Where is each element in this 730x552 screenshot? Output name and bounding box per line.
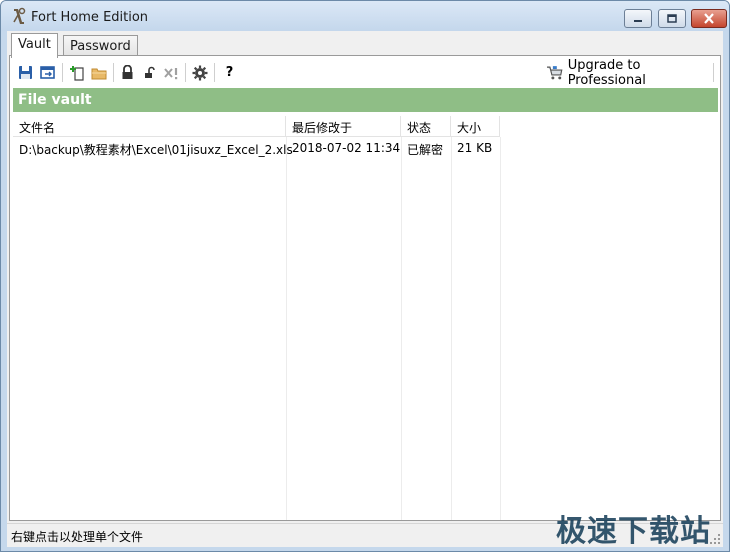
help-button[interactable]: ? (221, 64, 238, 81)
add-folder-button[interactable] (90, 64, 107, 81)
upgrade-button[interactable]: Upgrade to Professional (546, 58, 720, 88)
resize-grip-icon[interactable] (710, 534, 721, 545)
toolbar-separator (113, 63, 114, 82)
cell-status: 已解密 (407, 143, 444, 157)
client-area: Vault Password manager (7, 31, 723, 547)
toolbar-separator (185, 63, 186, 82)
close-icon (704, 13, 714, 24)
help-icon: ? (225, 65, 234, 80)
maximize-button[interactable] (658, 9, 686, 28)
toolbar: ? Upgrade to Professional (10, 56, 720, 88)
column-header-modified[interactable]: 最后修改于 (286, 116, 401, 137)
unlock-button[interactable] (141, 64, 158, 81)
close-button[interactable] (691, 9, 727, 28)
remove-icon (163, 67, 177, 79)
maximize-icon (667, 14, 677, 23)
remove-button[interactable] (162, 64, 179, 81)
minimize-icon (634, 19, 642, 22)
column-divider (451, 137, 452, 520)
folder-icon (91, 68, 106, 79)
lock-icon (122, 65, 133, 79)
column-header-size[interactable]: 大小 (451, 116, 500, 137)
toolbar-separator (214, 63, 215, 82)
tab-vault[interactable]: Vault (11, 33, 58, 58)
vault-header: File vault (13, 88, 718, 112)
save-as-button[interactable] (39, 64, 56, 81)
cell-modified: 2018-07-02 11:34 (292, 141, 401, 155)
upgrade-label: Upgrade to Professional (567, 58, 646, 88)
title-bar[interactable]: Fort Home Edition (1, 1, 729, 31)
lock-button[interactable] (119, 64, 136, 81)
tab-password-manager[interactable]: Password manager (63, 35, 138, 69)
column-header-status[interactable]: 状态 (401, 116, 451, 137)
cart-icon (546, 66, 563, 80)
settings-button[interactable] (191, 64, 208, 81)
add-file-button[interactable] (68, 64, 85, 81)
cell-filename: D:\backup\教程素材\Excel\01jisuxz_Excel_2.xl… (19, 143, 293, 157)
save-icon (19, 66, 32, 79)
column-header-filename[interactable]: 文件名 (13, 116, 286, 137)
status-text: 右键点击以处理单个文件 (11, 530, 144, 544)
column-divider (286, 137, 287, 520)
settings-icon (192, 65, 207, 80)
unlock-icon (145, 66, 155, 78)
watermark: 极速下载站 (556, 514, 711, 549)
cell-size: 21 KB (457, 141, 493, 155)
add-file-icon (69, 65, 84, 81)
column-divider (401, 137, 402, 520)
toolbar-separator (713, 63, 714, 82)
file-list[interactable]: 文件名 最后修改于 状态 大小 D:\backup\教程素材\Excel\01j… (13, 116, 718, 520)
app-icon (13, 7, 26, 24)
save-button[interactable] (17, 64, 34, 81)
window-title: Fort Home Edition (31, 10, 149, 25)
save-as-icon (39, 66, 55, 79)
minimize-button[interactable] (624, 9, 652, 28)
toolbar-separator (62, 63, 63, 82)
vault-panel: ? Upgrade to Professional File vault 文件名… (9, 55, 721, 521)
app-window: Fort Home Edition Vault Password manager (0, 0, 730, 552)
column-divider (500, 137, 501, 520)
